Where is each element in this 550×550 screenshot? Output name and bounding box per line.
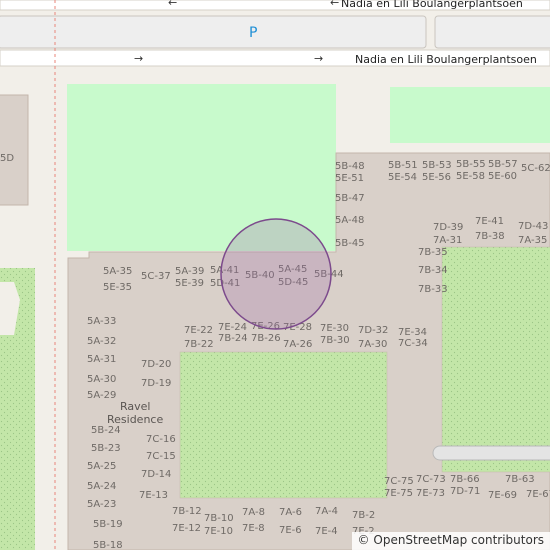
address-label: 5B-23 [91, 443, 121, 454]
address-label: 5E-39 [175, 278, 204, 289]
address-label: 7D-32 [358, 325, 388, 336]
address-label: 7B-63 [505, 474, 535, 485]
address-label: 7B-22 [184, 339, 214, 350]
address-label: 7A-26 [283, 339, 312, 350]
courtyard-right [441, 246, 550, 473]
address-label: 5A-25 [87, 461, 116, 472]
address-label: 5A-48 [335, 215, 364, 226]
address-label: 5B-55 [456, 159, 486, 170]
address-label: 5B-47 [335, 193, 365, 204]
address-label: 7E-4 [315, 526, 338, 537]
grass-top-right [390, 87, 550, 143]
address-label: 7E-73 [416, 488, 445, 499]
address-label: 5E-60 [488, 171, 517, 182]
address-label: 5B-24 [91, 425, 121, 436]
address-label: 5A-31 [87, 354, 116, 365]
address-label: 7B-2 [352, 510, 375, 521]
address-label: 7E-24 [218, 322, 247, 333]
address-label: 7A-4 [315, 506, 338, 517]
address-label: 7E-8 [242, 523, 265, 534]
address-label: 7E-6 [279, 525, 302, 536]
address-label: 7B-34 [418, 265, 448, 276]
address-label: 5E-35 [103, 282, 132, 293]
address-label: 7A-30 [358, 339, 387, 350]
address-label: 7E-12 [172, 523, 201, 534]
address-label: 7E-75 [384, 488, 413, 499]
address-label: 7D-39 [433, 222, 463, 233]
address-label: 7D-14 [141, 469, 171, 480]
map-attribution: © OpenStreetMap contributors [351, 532, 550, 550]
address-label: 7B-30 [320, 335, 350, 346]
address-label: 7E-10 [204, 526, 233, 537]
address-label: 7E-34 [398, 327, 427, 338]
address-label: 7D-19 [141, 378, 171, 389]
address-label: 7C-75 [384, 476, 414, 487]
address-label: 7B-10 [204, 513, 234, 524]
address-label: 7A-35 [518, 235, 547, 246]
address-label: 5B-57 [488, 159, 518, 170]
address-label: 7C-16 [146, 434, 176, 445]
attribution-link[interactable]: OpenStreetMap contributors [373, 533, 544, 547]
address-label: 5B-18 [93, 540, 123, 550]
address-label: 5A-24 [87, 481, 116, 492]
address-label: 5C-37 [141, 271, 171, 282]
address-label: 7D-43 [518, 221, 548, 232]
address-label: 7D-20 [141, 359, 171, 370]
address-label: 5B-48 [335, 161, 365, 172]
oneway-arrow-top-2: ← [330, 0, 339, 9]
address-label: 7C-73 [416, 474, 446, 485]
building-left[interactable] [0, 94, 29, 206]
oneway-arrow-top-1: ← [168, 0, 177, 9]
address-label: 7B-33 [418, 284, 448, 295]
address-label: 5A-30 [87, 374, 116, 385]
street-name-main: Nadia en Lili Boulangerplantsoen [355, 53, 537, 66]
address-label: 7A-31 [433, 235, 462, 246]
oneway-arrow-1: → [134, 52, 143, 65]
address-label: 5A-29 [87, 390, 116, 401]
address-label: 7E-41 [475, 216, 504, 227]
footpath-right[interactable] [432, 445, 550, 461]
address-label: 5A-33 [87, 316, 116, 327]
address-label: 7E-13 [139, 490, 168, 501]
address-label: 5E-51 [335, 173, 364, 184]
address-label: 7B-66 [450, 474, 480, 485]
building-left-label: 5D [0, 153, 14, 164]
address-label: 5B-51 [388, 160, 418, 171]
address-label: 7C-34 [398, 338, 428, 349]
address-label: 7B-24 [218, 333, 248, 344]
address-label: 5C-62 [521, 163, 550, 174]
address-label: 7C-15 [146, 451, 176, 462]
oneway-arrow-2: → [314, 52, 323, 65]
address-label: 7B-12 [172, 506, 202, 517]
address-label: 5A-23 [87, 499, 116, 510]
copyright-icon: © [357, 533, 370, 547]
address-label: 7E-22 [184, 325, 213, 336]
address-label: 5E-58 [456, 171, 485, 182]
address-label: 7B-38 [475, 231, 505, 242]
address-label: 7A-6 [279, 507, 302, 518]
place-name-line1: Ravel [120, 400, 150, 413]
address-label: 5E-56 [422, 172, 451, 183]
address-label: 5B-53 [422, 160, 452, 171]
address-label: 7B-35 [418, 247, 448, 258]
map-canvas[interactable]: ← ← Nadia en Lili Boulangerplantsoen P →… [0, 0, 550, 550]
address-label: 5E-54 [388, 172, 417, 183]
street-name-top: Nadia en Lili Boulangerplantsoen [341, 0, 523, 10]
address-label: 7B-26 [251, 333, 281, 344]
address-label: 7E-69 [488, 490, 517, 501]
parking-area-right[interactable] [434, 15, 550, 49]
address-label: 7E-30 [320, 323, 349, 334]
address-label: 5B-45 [335, 238, 365, 249]
address-label: 5A-35 [103, 266, 132, 277]
address-label: 5A-32 [87, 336, 116, 347]
parking-label: P [249, 25, 257, 41]
address-label: 5B-19 [93, 519, 123, 530]
address-label: 5A-39 [175, 266, 204, 277]
parking-area[interactable] [0, 15, 427, 49]
address-label: 7E-67 [526, 489, 550, 500]
location-marker[interactable] [220, 218, 332, 330]
address-label: 7D-71 [450, 486, 480, 497]
address-label: 7A-8 [242, 507, 265, 518]
courtyard-center [179, 351, 388, 499]
